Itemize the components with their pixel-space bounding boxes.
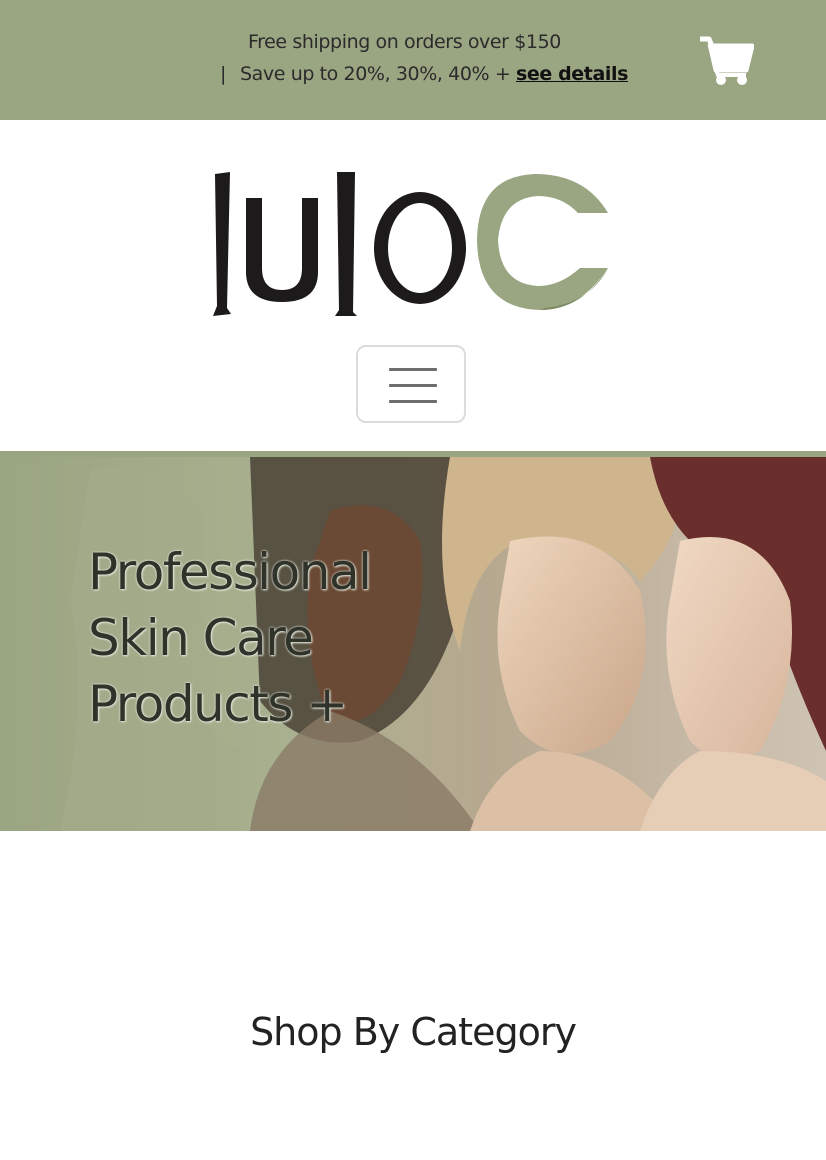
brand-logo[interactable]: [210, 168, 612, 318]
promo-separator: |: [220, 63, 227, 85]
hero-title-line: Skin Care: [88, 609, 314, 667]
promo-banner: Free shipping on orders over $150 | Save …: [0, 0, 826, 120]
shopping-cart-icon[interactable]: [698, 36, 755, 86]
savings-label: Save up to 20%, 30%, 40% +: [240, 63, 516, 85]
hero-title: Professional Skin Care Products +: [88, 539, 372, 737]
hero-title-line: Products +: [88, 675, 348, 733]
shop-by-category-heading: Shop By Category: [250, 1010, 577, 1054]
hero-title-line: Professional: [88, 543, 372, 601]
see-details-link[interactable]: see details: [516, 63, 628, 85]
hamburger-bar: [389, 400, 437, 403]
hamburger-bar: [389, 384, 437, 387]
hero-banner: Professional Skin Care Products +: [0, 451, 826, 831]
hamburger-menu-icon: [389, 368, 437, 371]
hamburger-menu-button[interactable]: [356, 345, 466, 423]
free-shipping-text: Free shipping on orders over $150: [248, 31, 561, 53]
savings-text: | Save up to 20%, 30%, 40% + see details: [220, 63, 628, 85]
